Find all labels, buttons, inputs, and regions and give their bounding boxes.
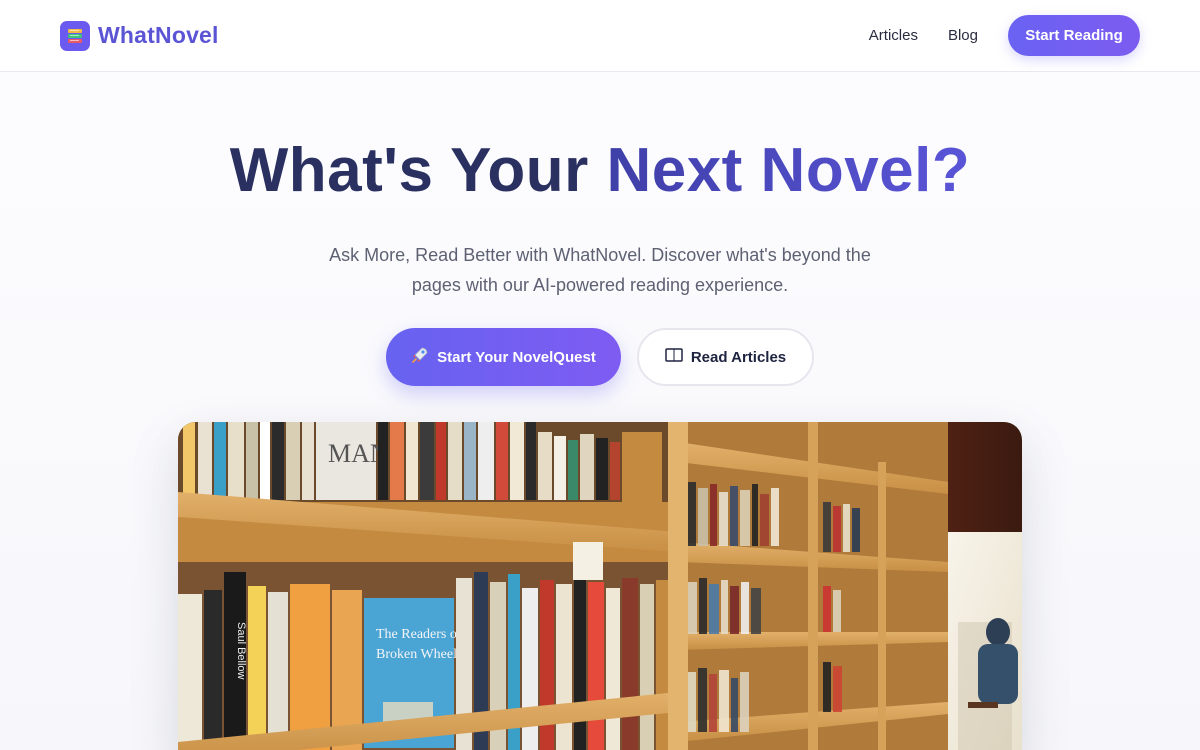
hero-cta-row: Start Your NovelQuest Read Articles xyxy=(0,328,1200,386)
svg-text:The Readers of: The Readers of xyxy=(376,627,462,642)
read-articles-button[interactable]: Read Articles xyxy=(637,328,814,386)
hero-subtitle-line2: pages with our AI-powered reading experi… xyxy=(411,275,789,295)
hero-title-dark: What's Your xyxy=(229,136,589,205)
hero-subtitle: Ask More, Read Better with WhatNovel. Di… xyxy=(300,240,900,300)
bookstore-hero-image: MAN Saul Bellow The Readers of Broken Wh… xyxy=(178,422,1022,750)
nav-blog-link[interactable]: Blog xyxy=(948,27,978,44)
brand-name: WhatNovel xyxy=(98,22,219,48)
site-header: WhatNovel Articles Blog Start Reading xyxy=(0,0,1200,72)
nav-articles-link[interactable]: Articles xyxy=(869,27,918,44)
main-nav: Articles Blog Start Reading xyxy=(869,15,1140,56)
svg-text:Broken Wheel: Broken Wheel xyxy=(376,647,457,662)
start-novelquest-button[interactable]: Start Your NovelQuest xyxy=(386,328,621,386)
start-novelquest-label: Start Your NovelQuest xyxy=(437,348,596,366)
start-reading-button[interactable]: Start Reading xyxy=(1008,15,1140,56)
svg-text:Saul Bellow: Saul Bellow xyxy=(235,622,247,680)
hero-title-accent: Next Novel? xyxy=(606,136,971,205)
brand-link[interactable]: WhatNovel xyxy=(60,20,219,51)
book-icon xyxy=(665,347,683,367)
books-logo-icon xyxy=(60,20,90,51)
hero-title: What's Your Next Novel? xyxy=(0,136,1200,206)
rocket-icon xyxy=(411,346,429,368)
read-articles-label: Read Articles xyxy=(690,348,787,366)
hero-subtitle-line1: Ask More, Read Better with WhatNovel. Di… xyxy=(329,245,871,265)
